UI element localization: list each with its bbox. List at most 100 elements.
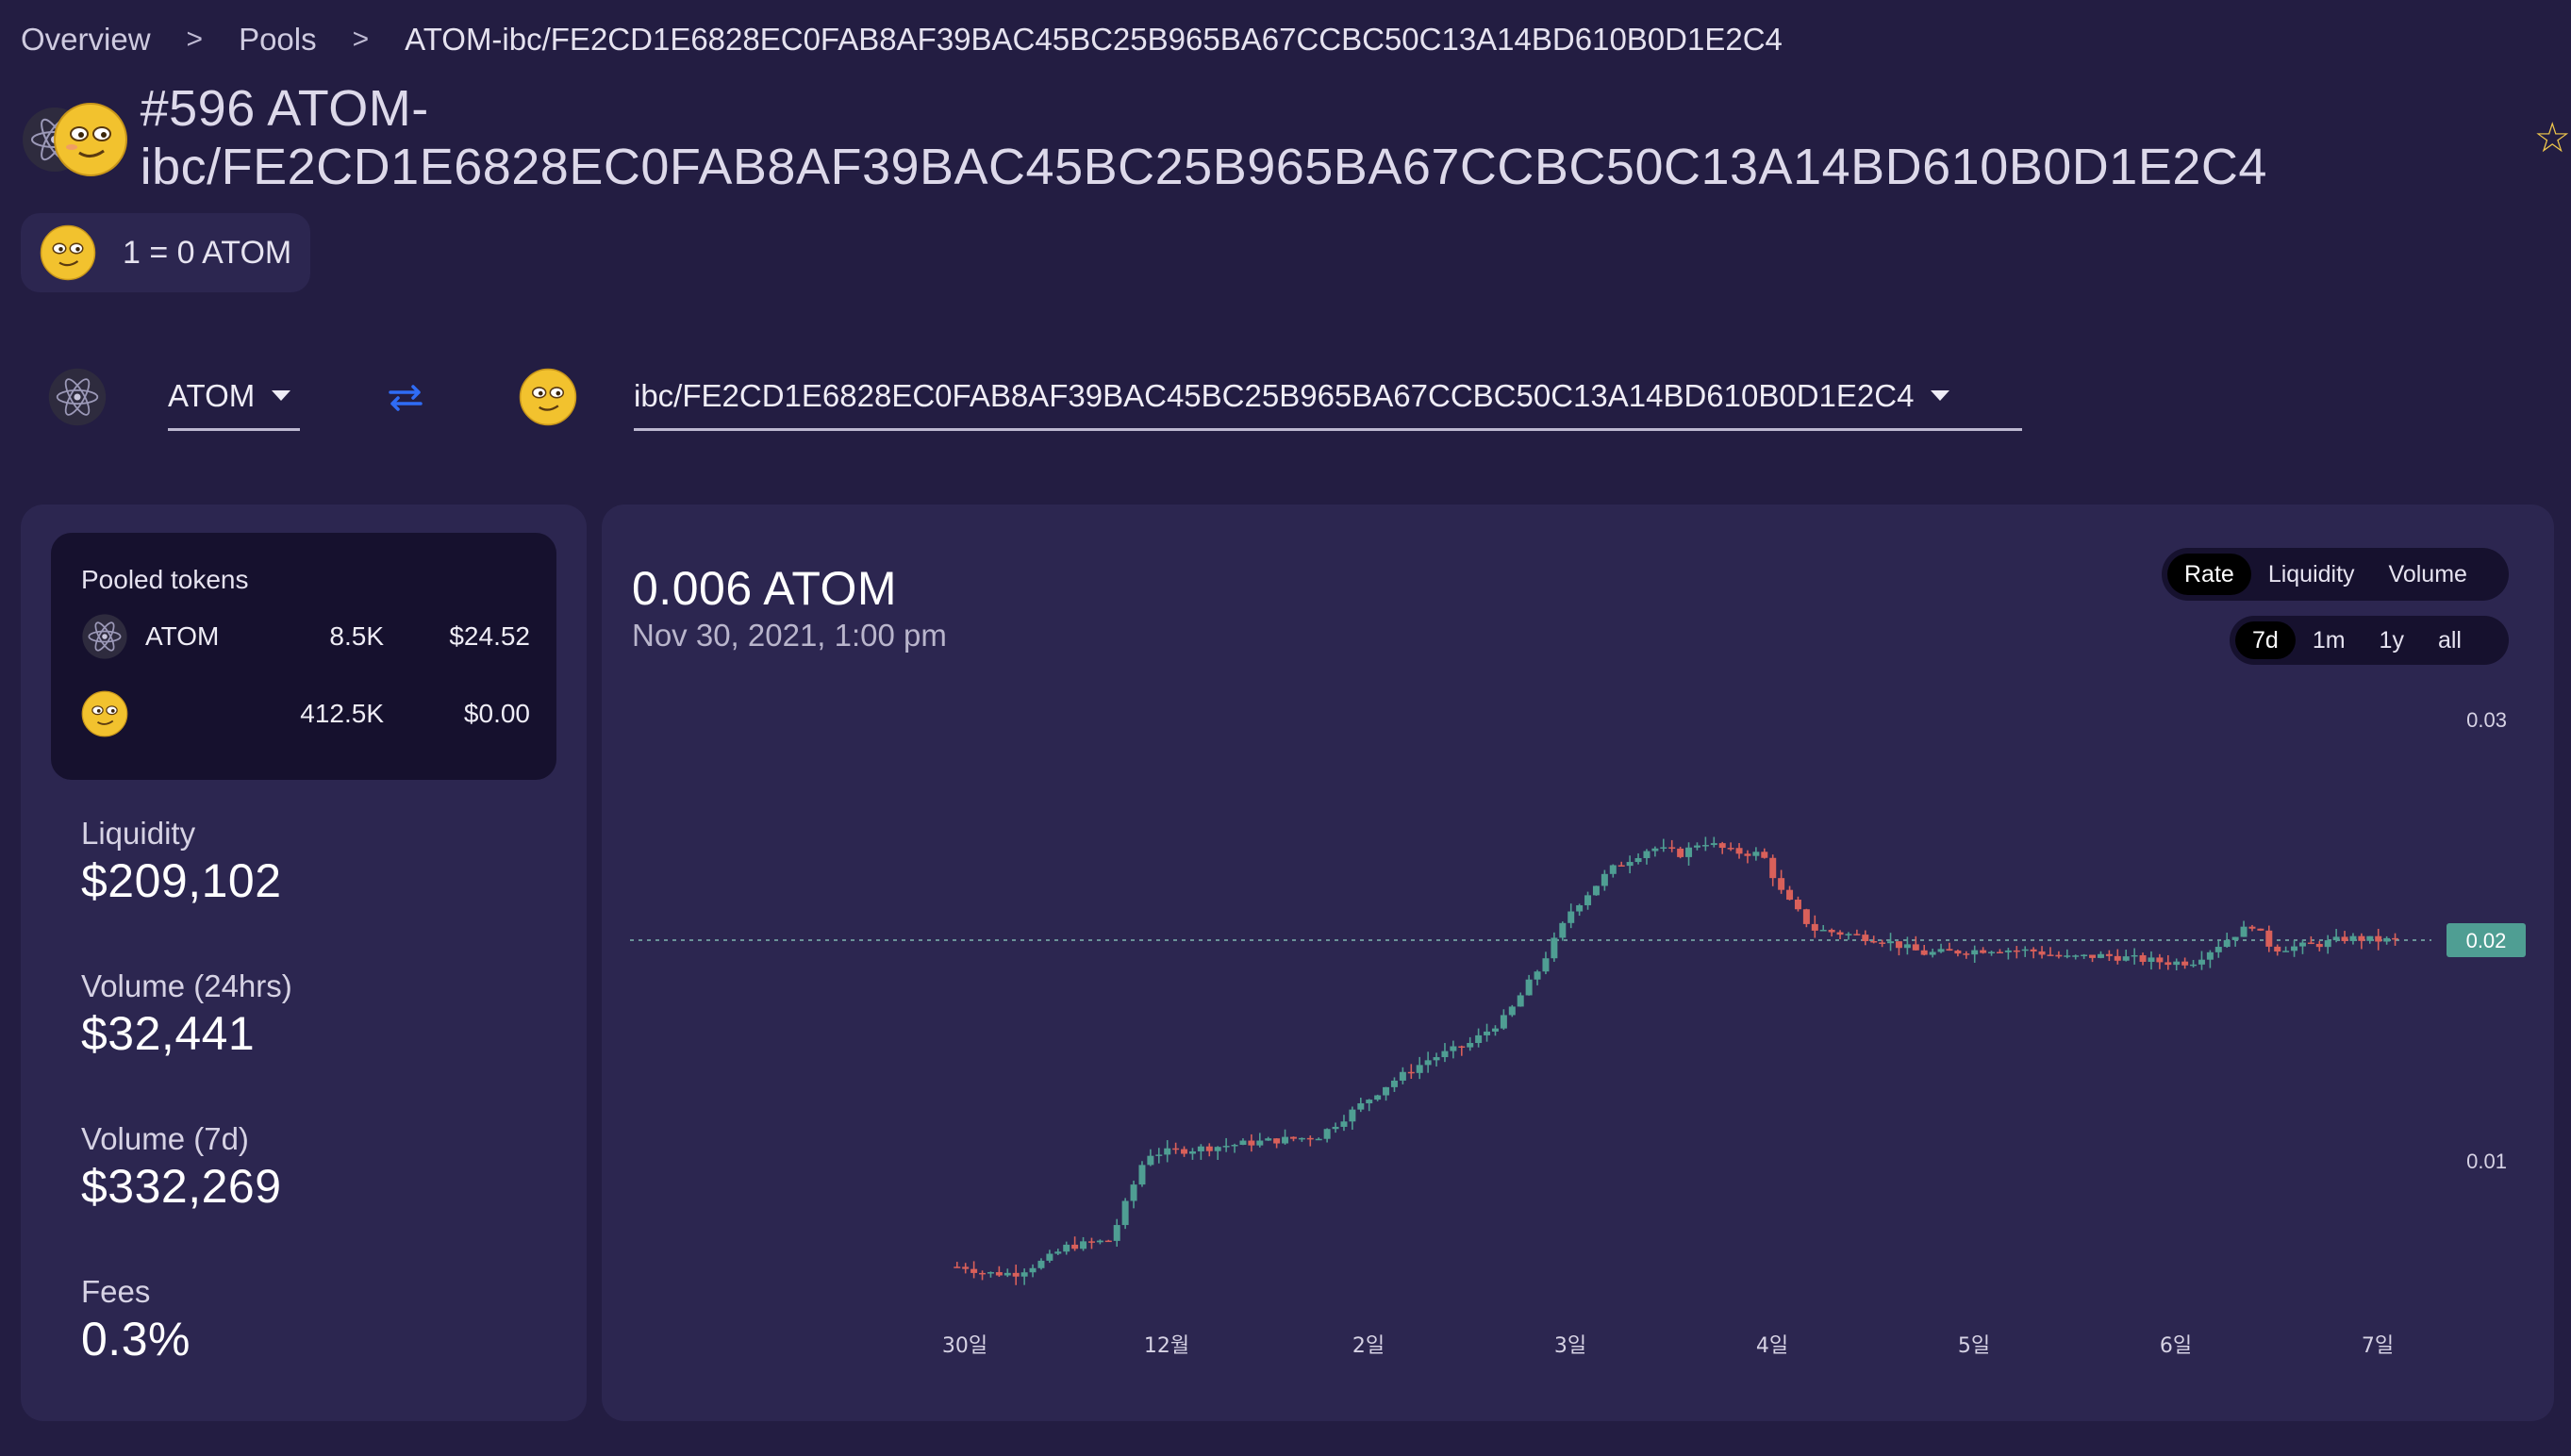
favorite-star-icon[interactable]: ☆ — [2534, 114, 2571, 162]
candle-body — [1761, 852, 1768, 858]
candle-body — [1113, 1225, 1120, 1241]
candle-body — [1424, 1060, 1432, 1066]
swap-arrows-icon[interactable] — [387, 383, 424, 411]
x-tick-label: 3일 — [1554, 1334, 1586, 1358]
candle-body — [1306, 1137, 1314, 1140]
caret-down-icon — [272, 390, 291, 401]
candle-body — [2198, 959, 2205, 965]
candle-body — [1786, 889, 1794, 901]
breadcrumb-overview[interactable]: Overview — [21, 22, 151, 58]
candle-body — [1534, 971, 1541, 980]
candle-body — [1155, 1154, 1163, 1156]
pool-pair-icons — [21, 98, 127, 177]
candle-body — [1769, 857, 1777, 879]
candle-body — [1172, 1148, 1180, 1150]
atom-token-icon — [48, 368, 107, 426]
x-tick-label: 6일 — [2160, 1334, 2192, 1358]
candle-body — [1357, 1102, 1365, 1110]
candle-body — [1508, 1006, 1516, 1016]
candle-body — [1450, 1046, 1457, 1051]
candle-body — [1239, 1140, 1247, 1146]
pooled-token-usd: $24.52 — [449, 621, 530, 651]
candle-body — [1870, 940, 1878, 943]
candle-body — [1087, 1241, 1095, 1243]
candle-body — [1887, 941, 1895, 944]
candle-body — [1054, 1251, 1062, 1254]
candlestick-chart[interactable]: 0.030.020.0130일12월2일3일4일5일6일7일0.02 — [602, 505, 2554, 1421]
candle-body — [1441, 1051, 1449, 1058]
pooled-tokens-panel: Pooled tokens ATOM 8.5K $24.52 412.5K $0… — [51, 533, 556, 780]
from-token-select[interactable]: ATOM — [168, 363, 300, 431]
candle-body — [1349, 1109, 1356, 1122]
candle-body — [1399, 1071, 1406, 1081]
candle-body — [1012, 1272, 1020, 1277]
candle-body — [1475, 1034, 1483, 1044]
candle-body — [2064, 955, 2071, 957]
candle-body — [2055, 954, 2063, 957]
candle-body — [1467, 1043, 1474, 1048]
candle-body — [1946, 949, 1953, 951]
candle-body — [1903, 944, 1911, 949]
candle-body — [2307, 942, 2314, 945]
candle-body — [2248, 926, 2256, 929]
candle-body — [1710, 843, 1717, 846]
token-selector-row: ATOM ibc/FE2CD1E6828EC0FAB8AF39BAC45BC25… — [47, 363, 2022, 431]
page-title-row: #596 ATOM-ibc/FE2CD1E6828EC0FAB8AF39BAC4… — [21, 80, 2571, 195]
candle-body — [1484, 1031, 1491, 1035]
meme-token-icon — [54, 103, 127, 176]
candle-body — [2231, 936, 2239, 940]
meme-token-icon — [81, 690, 128, 737]
candle-body — [1617, 865, 1625, 867]
candle-body — [1643, 851, 1650, 858]
chevron-right-icon: > — [352, 24, 370, 55]
candle-body — [1971, 950, 1979, 955]
candle-body — [2223, 939, 2231, 948]
candle-body — [2282, 951, 2290, 952]
candle-body — [2156, 957, 2164, 963]
candle-body — [1374, 1095, 1382, 1100]
candle-body — [1912, 944, 1919, 951]
candle-body — [2097, 953, 2104, 958]
candle-body — [1323, 1129, 1331, 1139]
candle-body — [1205, 1146, 1213, 1151]
breadcrumb-pools[interactable]: Pools — [239, 22, 317, 58]
to-token-select[interactable]: ibc/FE2CD1E6828EC0FAB8AF39BAC45BC25B965B… — [634, 363, 2022, 431]
candle-body — [2173, 961, 2181, 966]
candle-body — [1458, 1046, 1466, 1049]
candle-body — [1853, 934, 1861, 935]
candle-body — [1080, 1241, 1087, 1249]
candle-body — [979, 1272, 987, 1275]
volume-7d-value: $332,269 — [81, 1160, 282, 1213]
x-tick-label: 12월 — [1144, 1334, 1189, 1358]
candle-body — [1222, 1146, 1230, 1148]
candle-body — [1332, 1126, 1339, 1130]
exchange-rate-pill: 1 = 0 ATOM — [21, 213, 311, 292]
candle-body — [2392, 937, 2399, 940]
breadcrumb: Overview > Pools > ATOM-ibc/FE2CD1E6828E… — [21, 19, 1783, 60]
candle-body — [1063, 1244, 1070, 1252]
candle-body — [2265, 930, 2273, 947]
candle-body — [1937, 949, 1945, 952]
candle-body — [2047, 954, 2054, 956]
volume-24h-value: $32,441 — [81, 1007, 256, 1060]
candle-body — [1634, 857, 1642, 863]
candle-body — [2366, 935, 2374, 941]
candle-body — [954, 1266, 961, 1268]
candle-body — [1920, 950, 1928, 955]
candle-body — [1366, 1100, 1373, 1103]
candle-body — [2139, 954, 2147, 962]
candle-body — [2214, 947, 2222, 952]
pooled-token-row: ATOM 8.5K $24.52 — [81, 610, 530, 663]
candle-body — [1963, 953, 1970, 955]
candle-body — [1802, 909, 1810, 924]
volume-24h-stat: Volume (24hrs) $32,441 — [81, 968, 292, 1061]
pooled-token-usd: $0.00 — [463, 699, 530, 728]
candle-body — [2274, 946, 2281, 951]
candle-body — [1677, 848, 1684, 857]
breadcrumb-current: ATOM-ibc/FE2CD1E6828EC0FAB8AF39BAC45BC25… — [405, 22, 1783, 57]
candle-body — [1214, 1147, 1221, 1151]
pooled-token-amount: 8.5K — [329, 621, 384, 651]
candle-body — [1685, 847, 1693, 857]
candle-body — [1037, 1260, 1045, 1268]
candle-body — [2131, 954, 2138, 957]
